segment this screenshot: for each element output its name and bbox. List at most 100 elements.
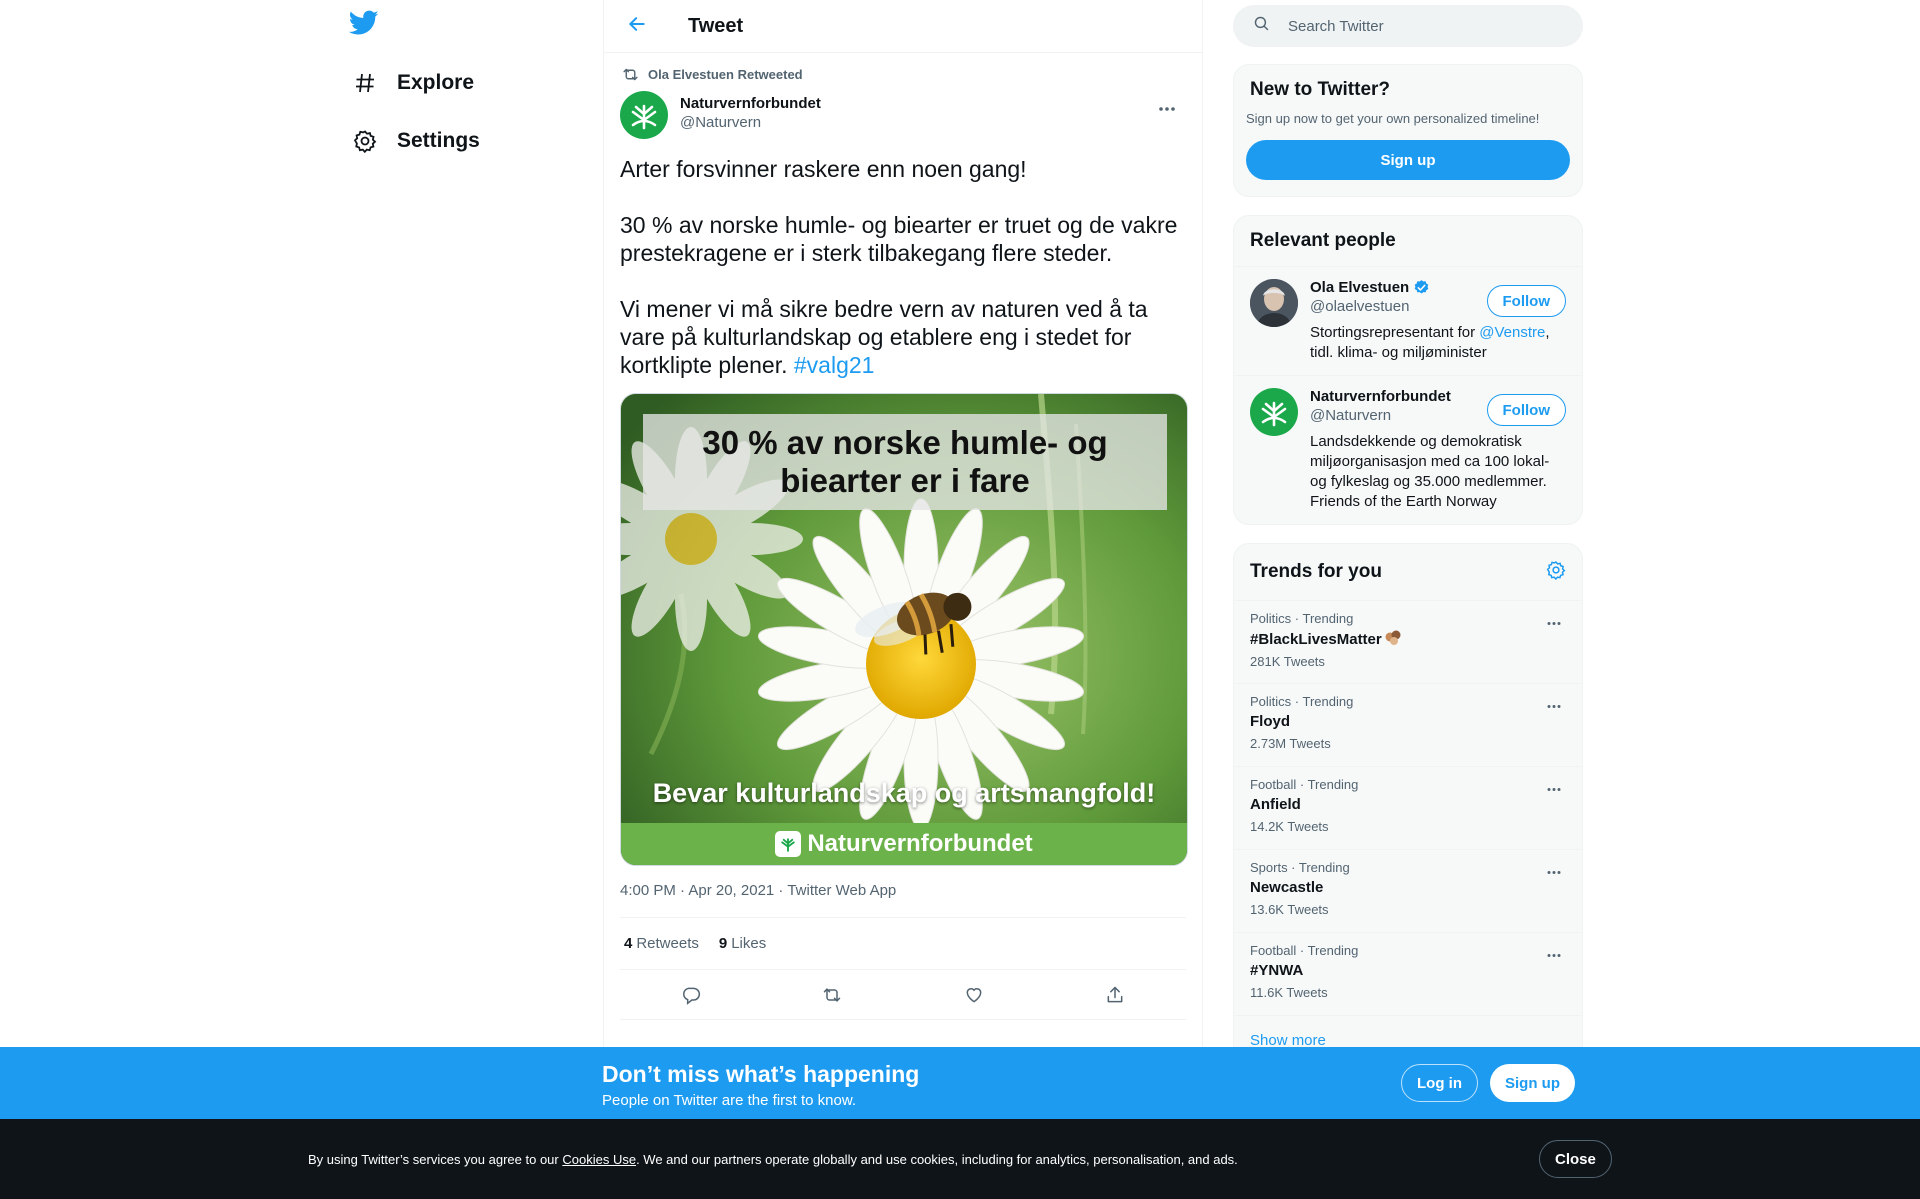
person-ola-elvestuen[interactable]: Ola Elvestuen @olaelvestuen Stortingsrep… bbox=[1234, 267, 1582, 376]
trend-item[interactable]: Sports · Trending Newcastle 13.6K Tweets bbox=[1234, 849, 1582, 932]
retweets-count[interactable]: 4 bbox=[624, 935, 632, 952]
avatar[interactable] bbox=[1250, 388, 1298, 436]
cookie-consent-bar: By using Twitter’s services you agree to… bbox=[0, 1119, 1920, 1199]
trend-name: Floyd bbox=[1250, 713, 1290, 730]
sidebar-signup-button[interactable]: Sign up bbox=[1246, 140, 1570, 180]
trend-more-button[interactable] bbox=[1540, 609, 1568, 637]
avatar[interactable] bbox=[620, 91, 668, 139]
tweet-image[interactable]: 30 % av norske humle- og biearter er i f… bbox=[620, 393, 1188, 866]
back-button[interactable] bbox=[620, 9, 654, 43]
hashtag-link[interactable]: #valg21 bbox=[794, 352, 875, 378]
trend-name: #BlackLivesMatter bbox=[1250, 630, 1566, 648]
image-footer-label: Naturvernforbundet bbox=[807, 830, 1033, 857]
retweet-button[interactable] bbox=[815, 978, 849, 1012]
like-button[interactable] bbox=[957, 978, 991, 1012]
trend-more-button[interactable] bbox=[1540, 941, 1568, 969]
more-options-button[interactable] bbox=[1152, 93, 1182, 123]
trend-item[interactable]: Politics · Trending Floyd 2.73M Tweets bbox=[1234, 683, 1582, 766]
raised-fists-emoji-icon bbox=[1384, 630, 1404, 648]
follow-button[interactable]: Follow bbox=[1486, 394, 1566, 426]
trend-item[interactable]: Football · Trending #YNWA 11.6K Tweets bbox=[1234, 932, 1582, 1015]
cookie-text-pre: By using Twitter’s services you agree to… bbox=[308, 1152, 563, 1167]
tweet-paragraph: 30 % av norske humle- og biearter er tru… bbox=[620, 212, 1178, 266]
search-box[interactable] bbox=[1233, 5, 1583, 47]
tweet-actions bbox=[620, 970, 1186, 1020]
person-naturvernforbundet[interactable]: Naturvernforbundet @Naturvern Landsdekke… bbox=[1234, 376, 1582, 524]
image-tagline: Bevar kulturlandskap og artsmangfold! bbox=[652, 778, 1156, 808]
nav-explore[interactable]: Explore bbox=[345, 58, 474, 108]
verified-badge-icon bbox=[1413, 279, 1430, 296]
reply-button[interactable] bbox=[674, 978, 708, 1012]
person-bio: Landsdekkende og demokratisk miljøorgani… bbox=[1310, 433, 1550, 510]
retweet-icon bbox=[620, 66, 640, 83]
search-input[interactable] bbox=[1288, 17, 1548, 35]
banner-signup-button[interactable]: Sign up bbox=[1490, 1064, 1575, 1102]
retweeted-by-label: Ola Elvestuen Retweeted bbox=[648, 66, 803, 82]
trend-context: Sports · Trending bbox=[1250, 860, 1350, 875]
hashtag-icon bbox=[345, 63, 385, 103]
cookie-text: By using Twitter’s services you agree to… bbox=[308, 1152, 1238, 1167]
right-sidebar: New to Twitter? Sign up now to get your … bbox=[1233, 0, 1583, 1068]
trend-context: Football · Trending bbox=[1250, 777, 1359, 792]
tweet-author: Naturvernforbundet @Naturvern bbox=[620, 91, 1186, 141]
person-photo bbox=[1250, 279, 1298, 327]
image-headline: 30 % av norske humle- og biearter er i f… bbox=[643, 414, 1167, 510]
trend-item[interactable]: Football · Trending Anfield 14.2K Tweets bbox=[1234, 766, 1582, 849]
close-button[interactable]: Close bbox=[1539, 1140, 1612, 1178]
gear-icon[interactable] bbox=[1546, 560, 1566, 585]
cookies-use-link[interactable]: Cookies Use bbox=[562, 1152, 636, 1167]
ellipsis-icon bbox=[1158, 99, 1176, 117]
tweet-header: Tweet bbox=[604, 0, 1202, 53]
new-to-twitter-title: New to Twitter? bbox=[1250, 79, 1391, 100]
image-footer: Naturvernforbundet bbox=[621, 823, 1187, 865]
cookie-text-post: . We and our partners operate globally a… bbox=[636, 1152, 1238, 1167]
author-handle[interactable]: @Naturvern bbox=[680, 114, 821, 131]
author-name[interactable]: Naturvernforbundet bbox=[680, 95, 821, 112]
tweet: Ola Elvestuen Retweeted Naturvernforbund… bbox=[604, 53, 1202, 1020]
trend-context: Politics · Trending bbox=[1250, 694, 1354, 709]
trend-item[interactable]: Politics · Trending #BlackLivesMatter 28… bbox=[1234, 600, 1582, 683]
trend-more-button[interactable] bbox=[1540, 692, 1568, 720]
login-button[interactable]: Log in bbox=[1401, 1064, 1478, 1102]
share-button[interactable] bbox=[1098, 978, 1132, 1012]
tweet-stats: 4 Retweets 9 Likes bbox=[620, 918, 1186, 970]
naturvernforbundet-logo-icon bbox=[775, 831, 802, 857]
twitter-bird-icon[interactable] bbox=[348, 10, 383, 44]
gear-icon bbox=[345, 121, 385, 161]
retweets-label[interactable]: Retweets bbox=[636, 935, 699, 952]
mention-link[interactable]: @Venstre bbox=[1479, 324, 1545, 341]
author-text: Naturvernforbundet @Naturvern bbox=[680, 91, 821, 131]
trend-context: Politics · Trending bbox=[1250, 611, 1354, 626]
share-icon bbox=[1107, 986, 1123, 1002]
person-bio-text: Stortingsrepresentant for bbox=[1310, 324, 1480, 341]
trends-header: Trends for you bbox=[1234, 544, 1582, 600]
tweet-paragraph-text: Vi mener vi må sikre bedre vern av natur… bbox=[620, 296, 1148, 378]
relevant-people-card: Relevant people Ola Elvestuen @olaelvest… bbox=[1233, 215, 1583, 525]
trend-name-text: #BlackLivesMatter bbox=[1250, 630, 1382, 648]
trend-name: Newcastle bbox=[1250, 879, 1324, 896]
trend-name: Anfield bbox=[1250, 796, 1301, 813]
page: Explore Settings Tweet Ola Elvestuen Ret… bbox=[0, 0, 1920, 1199]
trend-name: #YNWA bbox=[1250, 962, 1304, 979]
person-bio: Stortingsrepresentant for @Venstre, tidl… bbox=[1310, 323, 1554, 363]
likes-label[interactable]: Likes bbox=[731, 935, 766, 952]
person-name-text[interactable]: Ola Elvestuen bbox=[1310, 279, 1409, 296]
page-title: Tweet bbox=[688, 14, 744, 37]
trend-count: 2.73M Tweets bbox=[1250, 736, 1331, 751]
trend-more-button[interactable] bbox=[1540, 858, 1568, 886]
avatar[interactable] bbox=[1250, 279, 1298, 327]
trend-more-button[interactable] bbox=[1540, 775, 1568, 803]
banner-text: Don’t miss what’s happening People on Tw… bbox=[602, 1061, 919, 1109]
nav-settings[interactable]: Settings bbox=[345, 116, 480, 166]
search-icon bbox=[1253, 15, 1270, 37]
follow-button[interactable]: Follow bbox=[1486, 285, 1566, 317]
trends-card: Trends for you Politics · Trending #Blac… bbox=[1233, 543, 1583, 1068]
retweet-context[interactable]: Ola Elvestuen Retweeted bbox=[620, 53, 1186, 91]
arrow-left-icon bbox=[627, 14, 647, 39]
heart-icon bbox=[966, 987, 982, 1003]
tweet-paragraph: Arter forsvinner raskere enn noen gang! bbox=[620, 156, 1027, 182]
likes-count[interactable]: 9 bbox=[719, 935, 727, 952]
new-to-twitter-card: New to Twitter? Sign up now to get your … bbox=[1233, 64, 1583, 197]
tweet-timestamp[interactable]: 4:00 PM · Apr 20, 2021 · Twitter Web App bbox=[620, 882, 1186, 918]
trend-count: 281K Tweets bbox=[1250, 654, 1325, 669]
